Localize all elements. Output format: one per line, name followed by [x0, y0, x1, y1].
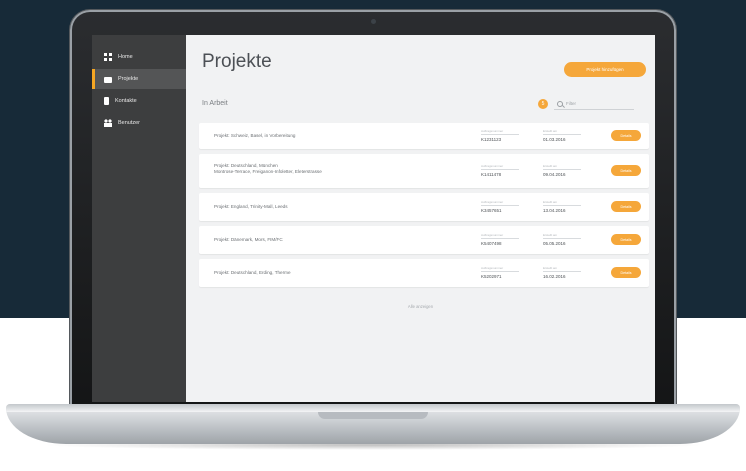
order-number: Auftragsnummer K5202971 — [481, 266, 519, 279]
created-date: Erstellt am 13.04.2016 — [543, 200, 581, 213]
created-date: Erstellt am 09.04.2016 — [543, 164, 581, 177]
table-row: Projekt: England, Trinity-Mall, Leeds Au… — [199, 193, 649, 221]
sidebar-item-projekte[interactable]: Projekte — [92, 69, 186, 89]
search-input[interactable] — [566, 99, 632, 108]
add-project-button[interactable]: Projekt hinzufügen — [564, 62, 646, 77]
sidebar-item-label: Benutzer — [118, 120, 141, 126]
folder-icon — [104, 77, 112, 83]
details-button[interactable]: Details — [611, 165, 641, 176]
order-number: Auftragsnummer K1411478 — [481, 164, 519, 177]
sidebar-item-kontakte[interactable]: Kontakte — [92, 91, 186, 111]
sidebar-item-home[interactable]: Home — [92, 47, 186, 67]
created-date: Erstellt am 01.03.2016 — [543, 129, 581, 142]
section-label: In Arbeit — [202, 100, 228, 107]
sidebar-item-label: Projekte — [118, 76, 139, 82]
phone-icon — [104, 97, 109, 105]
table-row: Projekt: Dänemark, Mors, FIM/FC Auftrags… — [199, 226, 649, 254]
count-badge: 5 — [538, 99, 548, 109]
project-title: Projekt: Dänemark, Mors, FIM/FC — [214, 237, 283, 242]
sidebar-item-benutzer[interactable]: Benutzer — [92, 113, 186, 133]
sidebar-item-label: Home — [118, 54, 133, 60]
project-title: Projekt: Deutschland, München Montrose-T… — [214, 163, 322, 174]
main-content: Projekte Projekt hinzufügen In Arbeit 5 … — [186, 35, 655, 402]
project-title: Projekt: Schweiz, Basel, in Vorbereitung — [214, 133, 296, 138]
details-button[interactable]: Details — [611, 234, 641, 245]
created-date: Erstellt am 05.05.2016 — [543, 233, 581, 246]
search-box — [554, 99, 634, 110]
table-row: Projekt: Deutschland, München Montrose-T… — [199, 154, 649, 188]
laptop-base-edge — [6, 404, 740, 412]
people-icon — [104, 119, 112, 127]
show-all-link[interactable]: Alle anzeigen — [186, 304, 655, 309]
details-button[interactable]: Details — [611, 267, 641, 278]
search-icon — [557, 101, 563, 107]
page-title: Projekte — [202, 51, 272, 72]
laptop-screen: Home Projekte Kontakte Benutzer Projekte… — [92, 35, 655, 402]
project-title: Projekt: England, Trinity-Mall, Leeds — [214, 204, 288, 209]
grid-icon — [104, 53, 112, 61]
order-number: Auftragsnummer K1231123 — [481, 129, 519, 142]
project-title: Projekt: Deutschland, Erding, Therme — [214, 270, 291, 275]
order-number: Auftragsnummer K5407498 — [481, 233, 519, 246]
sidebar: Home Projekte Kontakte Benutzer — [92, 35, 186, 402]
table-row: Projekt: Deutschland, Erding, Therme Auf… — [199, 259, 649, 287]
camera — [370, 19, 376, 24]
order-number: Auftragsnummer K3457651 — [481, 200, 519, 213]
laptop-base — [6, 404, 740, 444]
details-button[interactable]: Details — [611, 130, 641, 141]
created-date: Erstellt am 16.02.2016 — [543, 266, 581, 279]
laptop-notch — [318, 412, 428, 419]
details-button[interactable]: Details — [611, 201, 641, 212]
sidebar-item-label: Kontakte — [115, 98, 137, 104]
table-row: Projekt: Schweiz, Basel, in Vorbereitung… — [199, 123, 649, 149]
